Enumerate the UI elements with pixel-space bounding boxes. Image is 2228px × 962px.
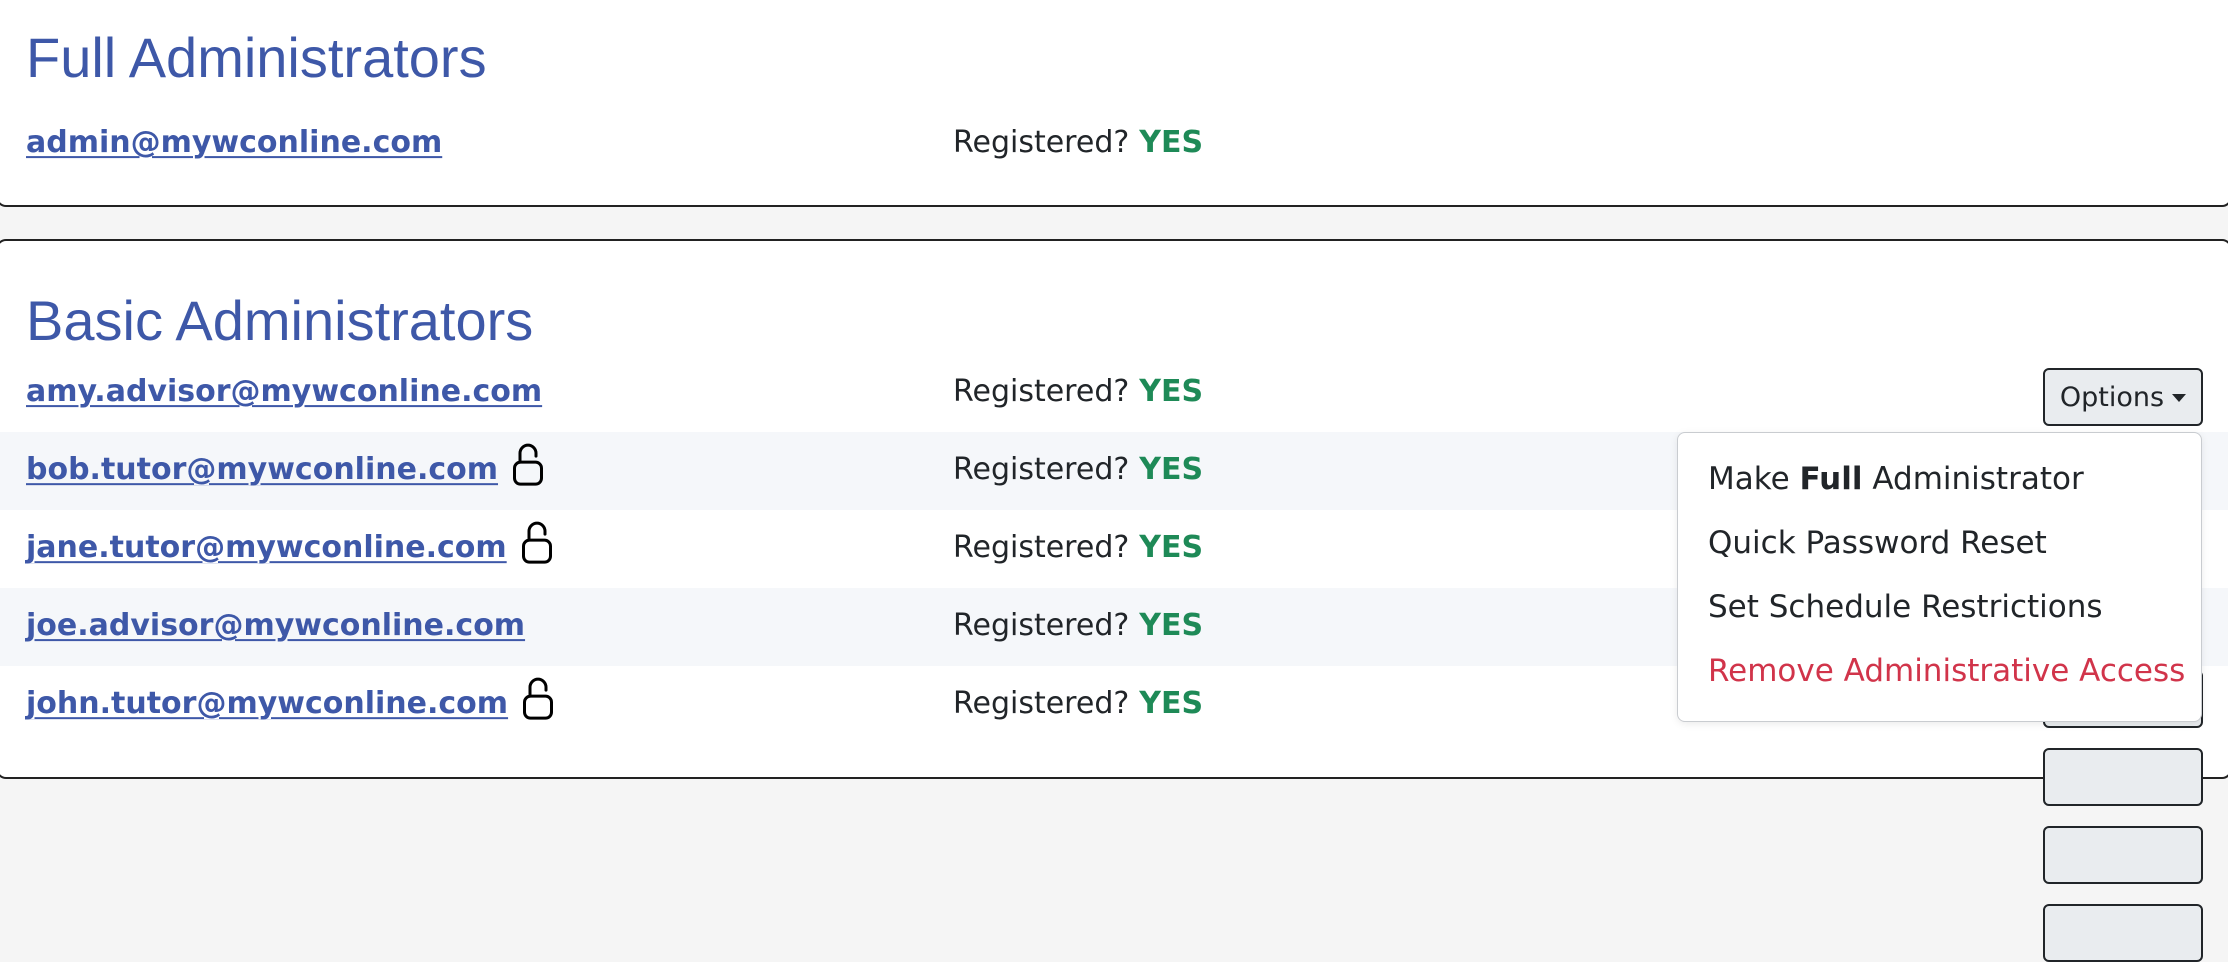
- caret-down-icon: [2172, 394, 2187, 402]
- admin-row: admin@mywconline.com Registered? YES: [0, 105, 2228, 183]
- admin-email: amy.advisor@mywconline.com: [26, 374, 543, 410]
- options-button-label: Options: [2059, 381, 2165, 413]
- registered-label: Registered?: [953, 686, 1130, 722]
- admin-email: jane.tutor@mywconline.com: [26, 529, 507, 565]
- admin-email-link[interactable]: amy.advisor@mywconline.com: [26, 374, 542, 409]
- options-button[interactable]: [2043, 904, 2203, 962]
- menu-item-make-full-administrator[interactable]: Make Full Administrator: [1708, 461, 2084, 497]
- registered-status: Registered? YES: [953, 374, 1203, 409]
- registered-status: Registered? YES: [953, 125, 1203, 160]
- admin-email-link[interactable]: bob.tutor@mywconline.com: [26, 443, 544, 492]
- section-title-basic-administrators: Basic Administrators: [26, 289, 534, 352]
- registered-label: Registered?: [953, 452, 1130, 488]
- section-title-full-administrators: Full Administrators: [26, 26, 487, 89]
- admin-email-link[interactable]: admin@mywconline.com: [26, 125, 442, 160]
- registered-status: Registered? YES: [953, 686, 1203, 721]
- registered-value: YES: [1139, 452, 1204, 488]
- registered-label: Registered?: [953, 125, 1130, 161]
- registered-status: Registered? YES: [953, 452, 1203, 487]
- admin-email-link[interactable]: john.tutor@mywconline.com: [26, 677, 554, 726]
- menu-item-quick-password-reset[interactable]: Quick Password Reset: [1708, 525, 2047, 561]
- registered-value: YES: [1139, 686, 1204, 722]
- admin-email: admin@mywconline.com: [26, 125, 443, 161]
- admin-email: joe.advisor@mywconline.com: [26, 608, 526, 644]
- admin-row: amy.advisor@mywconline.com Registered? YE…: [0, 354, 2228, 432]
- registered-value: YES: [1139, 608, 1204, 644]
- menu-item-prefix: Make: [1708, 461, 1790, 497]
- registered-label: Registered?: [953, 530, 1130, 566]
- lock-icon: [513, 443, 544, 486]
- options-button[interactable]: [2043, 748, 2203, 806]
- registered-value: YES: [1139, 374, 1204, 410]
- menu-item-remove-administrative-access[interactable]: Remove Administrative Access: [1708, 653, 2185, 689]
- menu-item-emphasis: Full: [1799, 461, 1863, 497]
- registered-value: YES: [1139, 530, 1204, 566]
- lock-icon: [521, 521, 552, 564]
- registered-status: Registered? YES: [953, 608, 1203, 643]
- options-button[interactable]: [2043, 826, 2203, 884]
- options-button[interactable]: Options: [2043, 368, 2203, 426]
- registered-value: YES: [1139, 125, 1204, 161]
- menu-item-suffix: Administrator: [1872, 461, 2084, 497]
- registered-label: Registered?: [953, 374, 1130, 410]
- registered-label: Registered?: [953, 608, 1130, 644]
- admin-email-link[interactable]: joe.advisor@mywconline.com: [26, 608, 525, 643]
- options-dropdown-menu: Make Full Administrator Quick Password R…: [1677, 432, 2202, 722]
- full-administrators-card: Full Administrators admin@mywconline.com…: [0, 0, 2228, 207]
- menu-item-set-schedule-restrictions[interactable]: Set Schedule Restrictions: [1708, 589, 2103, 625]
- registered-status: Registered? YES: [953, 530, 1203, 565]
- admin-email: john.tutor@mywconline.com: [26, 685, 509, 721]
- admin-email: bob.tutor@mywconline.com: [26, 451, 499, 487]
- admin-email-link[interactable]: jane.tutor@mywconline.com: [26, 521, 553, 570]
- lock-icon: [523, 677, 554, 720]
